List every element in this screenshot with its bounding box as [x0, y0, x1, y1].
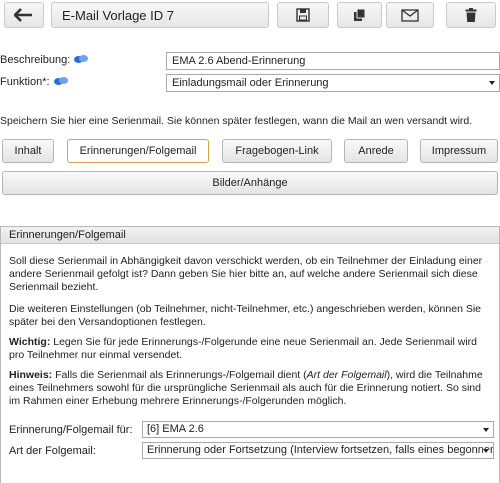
tab-inhalt[interactable]: Inhalt: [2, 139, 54, 163]
hinweis-label: Hinweis:: [9, 369, 53, 381]
trash-icon: [465, 8, 477, 22]
back-button[interactable]: [4, 2, 44, 28]
delete-button[interactable]: [446, 2, 496, 28]
panel-title-text: Erinnerungen/Folgemail: [9, 229, 126, 241]
copy-icon: [353, 8, 365, 21]
copy-button[interactable]: [337, 2, 382, 28]
panel-paragraph-hinweis: Hinweis: Falls die Serienmail als Erinne…: [9, 369, 493, 408]
chevron-down-icon: [483, 449, 489, 453]
tab-bilder-label: Bilder/Anhänge: [212, 177, 288, 189]
tab-inhalt-label: Inhalt: [14, 145, 42, 157]
envelope-icon: [401, 8, 419, 22]
tab-fragebogen-link[interactable]: Fragebogen-Link: [222, 139, 332, 163]
send-mail-button[interactable]: [386, 2, 434, 28]
tab-anrede-label: Anrede: [358, 145, 394, 157]
chevron-down-icon: [489, 81, 495, 85]
wichtig-text: Legen Sie für jede Erinnerungs-/Folgerun…: [9, 336, 477, 361]
tab-anrede[interactable]: Anrede: [344, 139, 408, 163]
funktion-select[interactable]: Einladungsmail oder Erinnerung: [166, 74, 500, 92]
panel-paragraph-settings: Die weiteren Einstellungen (ob Teilnehme…: [9, 303, 481, 328]
back-arrow-icon: [14, 8, 32, 22]
chevron-down-icon: [483, 428, 489, 432]
funktion-label: Funktion*:: [0, 75, 68, 89]
beschreibung-label: Beschreibung:: [0, 53, 89, 67]
hinweis-text-italic: Art der Folgemail: [306, 369, 387, 381]
floppy-disk-icon: [296, 8, 310, 22]
tab-impressum[interactable]: Impressum: [420, 139, 498, 163]
panel-title: Erinnerungen/Folgemail: [1, 227, 499, 244]
folgemail-label: Erinnerung/Folgemail für:: [9, 424, 133, 436]
beschreibung-label-text: Beschreibung:: [0, 54, 71, 66]
funktion-label-text: Funktion*:: [0, 76, 50, 88]
tab-fragebogen-label: Fragebogen-Link: [235, 145, 319, 157]
folgemail-select-value: [6] EMA 2.6: [147, 423, 204, 435]
page-title-text: E-Mail Vorlage ID 7: [62, 7, 174, 23]
info-icon[interactable]: [74, 55, 89, 65]
tab-bilder-anhaenge[interactable]: Bilder/Anhänge: [2, 171, 498, 195]
info-icon[interactable]: [53, 77, 68, 87]
save-button[interactable]: [277, 2, 329, 28]
tab-impressum-label: Impressum: [431, 145, 487, 157]
tab-erinnerungen-label: Erinnerungen/Folgemail: [79, 145, 197, 157]
panel-paragraph-wichtig: Wichtig: Legen Sie für jede Erinnerungs-…: [9, 336, 493, 362]
page-title: E-Mail Vorlage ID 7: [51, 2, 269, 28]
panel-paragraph-intro: Soll diese Serienmail in Abhängigkeit da…: [9, 255, 483, 293]
beschreibung-input[interactable]: EMA 2.6 Abend-Erinnerung: [166, 52, 500, 70]
wichtig-label: Wichtig:: [9, 336, 51, 348]
hinweis-text-a: Falls die Serienmail als Erinnerungs-/Fo…: [52, 369, 307, 381]
folgemail-select[interactable]: [6] EMA 2.6: [142, 421, 494, 438]
erinnerungen-panel: Erinnerungen/Folgemail Soll diese Serien…: [0, 226, 500, 483]
funktion-select-value: Einladungsmail oder Erinnerung: [172, 77, 329, 89]
art-select[interactable]: Erinnerung oder Fortsetzung (Interview f…: [142, 442, 494, 459]
art-select-value: Erinnerung oder Fortsetzung (Interview f…: [147, 444, 494, 456]
info-text: Speichern Sie hier eine Serienmail. Sie …: [0, 115, 473, 127]
tab-erinnerungen[interactable]: Erinnerungen/Folgemail: [67, 139, 209, 163]
art-label: Art der Folgemail:: [9, 445, 96, 457]
